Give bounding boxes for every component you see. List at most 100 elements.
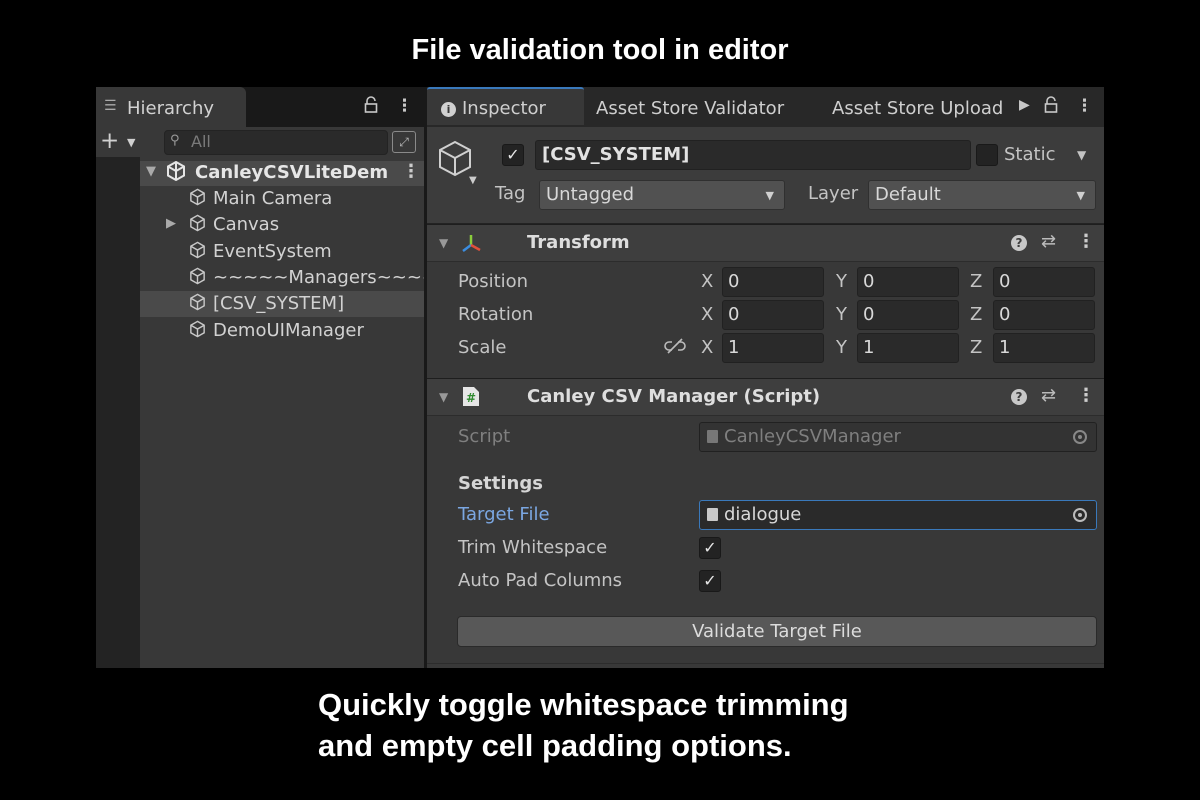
axis-y-label[interactable]: Y — [836, 337, 847, 358]
target-file-label: Target File — [458, 504, 550, 525]
hierarchy-tabbar: ☰ Hierarchy ⋮ — [96, 87, 424, 127]
expand-arrow-icon[interactable]: ▶ — [166, 216, 176, 231]
scene-name: CanleyCSVLiteDem — [195, 162, 389, 183]
unity-scene-icon — [166, 160, 186, 186]
foldout-arrow-icon[interactable]: ▼ — [439, 236, 448, 250]
hierarchy-item-selected[interactable]: [CSV_SYSTEM] — [140, 291, 424, 317]
axis-z-label[interactable]: Z — [970, 271, 982, 292]
caption-line-2: and empty cell padding options. — [318, 728, 792, 763]
gameobject-cube-icon — [439, 140, 471, 177]
inspector-tabbar: i Inspector Asset Store Validator Asset S… — [427, 87, 1104, 127]
tab-asset-store-validator[interactable]: Asset Store Validator — [596, 87, 784, 127]
kebab-menu-icon[interactable]: ⋮ — [402, 161, 420, 182]
help-icon[interactable]: ? — [1011, 235, 1027, 251]
scale-x-field[interactable]: 1 — [722, 333, 824, 363]
kebab-menu-icon[interactable]: ⋮ — [396, 96, 413, 116]
axis-y-label[interactable]: Y — [836, 304, 847, 325]
tab-asset-store-upload[interactable]: Asset Store Upload — [832, 87, 1016, 127]
unlink-scale-icon[interactable] — [664, 338, 686, 354]
rotation-z-field[interactable]: 0 — [993, 300, 1095, 330]
target-file-field[interactable]: dialogue — [699, 500, 1097, 530]
axis-x-label[interactable]: X — [701, 304, 713, 325]
help-icon[interactable]: ? — [1011, 389, 1027, 405]
hierarchy-item[interactable]: ~~~~~Managers~~~~ — [140, 265, 424, 291]
scale-y-field[interactable]: 1 — [857, 333, 959, 363]
hierarchy-item[interactable]: ▶ Canvas — [140, 212, 424, 238]
search-icon: ⚲ — [170, 133, 180, 148]
scene-visibility-button[interactable]: ⤢ — [392, 131, 416, 153]
gameobject-cube-icon — [190, 293, 205, 311]
scale-z-field[interactable]: 1 — [993, 333, 1095, 363]
hierarchy-item-label: EventSystem — [213, 241, 332, 262]
create-button[interactable]: + — [100, 128, 119, 154]
kebab-menu-icon[interactable]: ⋮ — [1077, 385, 1095, 406]
field-value: 1 — [999, 337, 1011, 358]
rotation-y-field[interactable]: 0 — [857, 300, 959, 330]
transform-header[interactable]: ▼ Transform ? ⇄ ⋮ — [427, 224, 1104, 262]
scale-label: Scale — [458, 337, 507, 358]
object-picker-icon[interactable] — [1073, 508, 1087, 522]
script-hash-icon: # — [463, 387, 479, 406]
caption: Quickly toggle whitespace trimming and e… — [318, 684, 849, 766]
tag-label: Tag — [495, 183, 526, 204]
static-checkbox[interactable] — [976, 144, 998, 166]
position-z-field[interactable]: 0 — [993, 267, 1095, 297]
hierarchy-item[interactable]: EventSystem — [140, 239, 424, 265]
expand-arrow-icon[interactable]: ▼ — [146, 164, 156, 179]
field-value: 0 — [728, 271, 740, 292]
object-picker-icon — [1073, 430, 1087, 444]
search-field[interactable]: ⚲ All — [164, 130, 388, 155]
gameobject-cube-icon — [190, 241, 205, 259]
hierarchy-item[interactable]: DemoUIManager — [140, 318, 424, 344]
hierarchy-toolbar: + ▼ ⚲ All ⤢ — [96, 127, 424, 157]
axis-z-label[interactable]: Z — [970, 304, 982, 325]
layer-dropdown[interactable]: Default ▼ — [868, 180, 1096, 210]
tag-dropdown[interactable]: Untagged ▼ — [539, 180, 785, 210]
kebab-menu-icon[interactable]: ⋮ — [1076, 96, 1093, 116]
tab-overflow-arrow-icon[interactable]: ▶ — [1019, 97, 1030, 113]
preset-icon[interactable]: ⇄ — [1041, 385, 1056, 406]
field-value: 0 — [863, 271, 875, 292]
chevron-down-icon[interactable]: ▼ — [469, 175, 477, 186]
rotation-x-field[interactable]: 0 — [722, 300, 824, 330]
target-file-value: dialogue — [724, 504, 802, 525]
lock-icon[interactable] — [364, 96, 378, 118]
scene-row[interactable]: ▼ CanleyCSVLiteDem ⋮ — [140, 160, 424, 186]
csv-manager-header[interactable]: ▼ # Canley CSV Manager (Script) ? ⇄ ⋮ — [427, 378, 1104, 416]
inspector-panel: i Inspector Asset Store Validator Asset S… — [427, 87, 1104, 668]
hierarchy-item-label: [CSV_SYSTEM] — [213, 293, 345, 314]
script-field: CanleyCSVManager — [699, 422, 1097, 452]
hierarchy-item[interactable]: Main Camera — [140, 186, 424, 212]
object-name-field[interactable]: [CSV_SYSTEM] — [535, 140, 971, 170]
object-header: ▼ ✓ [CSV_SYSTEM] Static ▼ Tag Untagged ▼ … — [427, 127, 1104, 224]
hierarchy-panel: ☰ Hierarchy ⋮ + ▼ ⚲ All ⤢ ▼ CanleyCSVLit… — [96, 87, 424, 668]
axis-y-label[interactable]: Y — [836, 271, 847, 292]
preset-icon[interactable]: ⇄ — [1041, 231, 1056, 252]
field-value: 0 — [999, 304, 1011, 325]
field-value: 0 — [863, 304, 875, 325]
svg-text:#: # — [466, 391, 476, 405]
lock-icon[interactable] — [1044, 96, 1058, 118]
chevron-down-icon[interactable]: ▼ — [1077, 148, 1086, 162]
foldout-arrow-icon[interactable]: ▼ — [439, 390, 448, 404]
chevron-down-icon[interactable]: ▼ — [127, 136, 135, 149]
kebab-menu-icon[interactable]: ⋮ — [1077, 231, 1095, 252]
axis-z-label[interactable]: Z — [970, 337, 982, 358]
axis-x-label[interactable]: X — [701, 271, 713, 292]
tab-inspector[interactable]: i Inspector — [427, 87, 584, 125]
tab-hierarchy-label: Hierarchy — [127, 98, 215, 119]
field-value: 0 — [999, 271, 1011, 292]
axis-x-label[interactable]: X — [701, 337, 713, 358]
active-checkbox[interactable]: ✓ — [502, 144, 524, 166]
search-placeholder: All — [191, 132, 211, 151]
auto-pad-checkbox[interactable]: ✓ — [699, 570, 721, 592]
gameobject-cube-icon — [190, 320, 205, 338]
tab-hierarchy[interactable]: ☰ Hierarchy — [96, 87, 246, 127]
validate-target-file-button[interactable]: Validate Target File — [457, 616, 1097, 647]
transform-title: Transform — [527, 232, 630, 253]
caption-line-1: Quickly toggle whitespace trimming — [318, 687, 849, 722]
trim-whitespace-checkbox[interactable]: ✓ — [699, 537, 721, 559]
chevron-down-icon: ▼ — [765, 189, 774, 202]
position-y-field[interactable]: 0 — [857, 267, 959, 297]
position-x-field[interactable]: 0 — [722, 267, 824, 297]
